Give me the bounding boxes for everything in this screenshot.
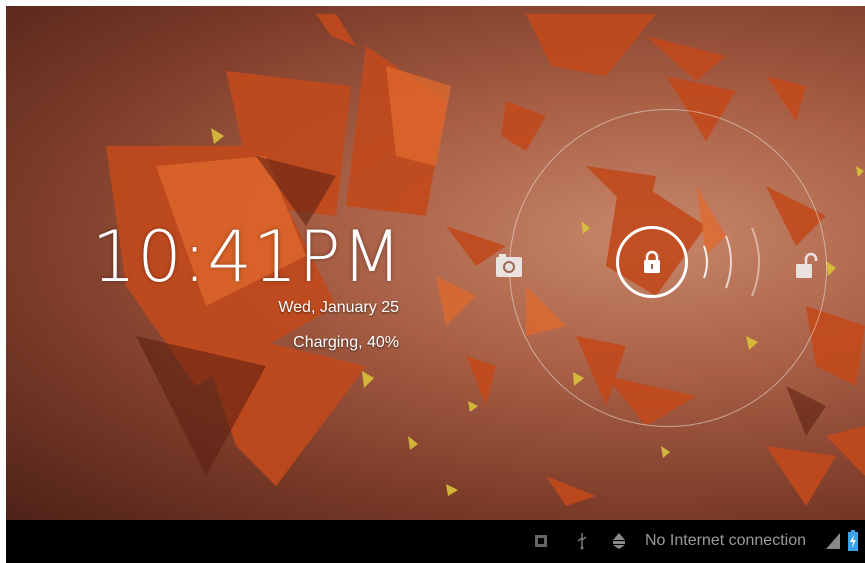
- date-label: Wed, January 25: [278, 299, 399, 316]
- swipe-hint-arcs: [703, 227, 760, 297]
- status-bar: No Internet connection: [6, 520, 865, 563]
- network-status-text: No Internet connection: [645, 532, 806, 549]
- camera-icon[interactable]: [494, 251, 524, 279]
- usb-icon[interactable]: [576, 532, 588, 550]
- signal-icon: [826, 533, 840, 549]
- unlock-icon[interactable]: [792, 251, 818, 281]
- battery-status-label: Charging, 40%: [293, 334, 399, 351]
- battery-charging-icon: [848, 530, 858, 551]
- debug-icon[interactable]: [611, 532, 627, 550]
- lock-icon: [644, 250, 660, 273]
- notification-icon[interactable]: [534, 534, 548, 548]
- lock-handle[interactable]: [616, 226, 688, 298]
- clock-time: 10:41PM: [91, 216, 403, 298]
